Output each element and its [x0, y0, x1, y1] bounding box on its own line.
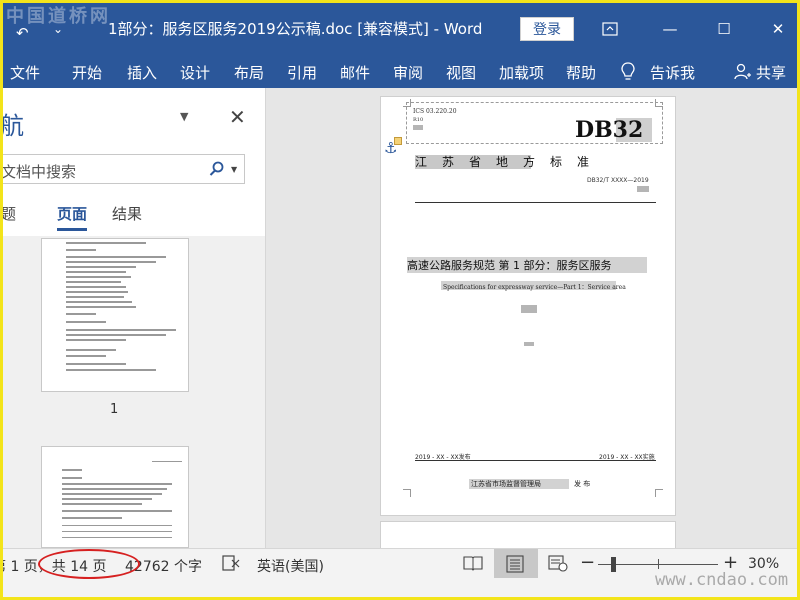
page-thumbnail-2[interactable] [41, 446, 189, 548]
divider [415, 202, 656, 203]
print-layout-icon [506, 555, 524, 573]
document-canvas[interactable]: ICS 03.220.20 R10 DB32 ⚓ 江苏省地方标准 DB32/T … [266, 88, 800, 548]
tab-design[interactable]: 设计 [180, 62, 210, 83]
page-thumbnail-1[interactable] [41, 238, 189, 392]
nav-title: 导航 [0, 112, 24, 140]
web-layout-icon[interactable] [548, 554, 568, 572]
ribbon-tabs: 文件 开始 插入 设计 布局 引用 邮件 审阅 视图 加载项 帮助 告诉我 共享 [0, 58, 800, 88]
tab-addins[interactable]: 加载项 [499, 62, 544, 83]
document-title-en: Specifications for expressway service—Pa… [443, 284, 626, 291]
tell-me-label[interactable]: 告诉我 [650, 62, 695, 83]
ics-code: ICS 03.220.20 [413, 108, 457, 115]
minimize-button[interactable]: — [656, 16, 684, 42]
close-button[interactable]: ✕ [764, 16, 792, 42]
language-status[interactable]: 英语(美国) [257, 556, 324, 576]
lightbulb-icon[interactable] [620, 61, 636, 83]
document-page-1[interactable]: ICS 03.220.20 R10 DB32 ⚓ 江苏省地方标准 DB32/T … [380, 96, 676, 516]
navigation-pane: 导航 ▼ ✕ 在文档中搜索 ▼ 标题 页面 结果 [0, 88, 266, 548]
nav-search-box[interactable]: 在文档中搜索 ▼ [0, 154, 245, 184]
zoom-out-button[interactable]: − [580, 552, 595, 573]
tab-mailings[interactable]: 邮件 [340, 62, 370, 83]
lock-icon [394, 137, 402, 145]
site-watermark: www.cndao.com [655, 570, 789, 590]
search-input[interactable]: 在文档中搜索 [0, 161, 76, 182]
read-mode-icon[interactable] [463, 554, 483, 572]
share-person-icon[interactable] [733, 63, 751, 81]
nav-close-icon[interactable]: ✕ [229, 105, 246, 129]
title-bar: 中国道桥网 ↶ ⌄ 1部分：服务区服务2019公示稿.doc [兼容模式] - … [0, 0, 800, 58]
ribbon-display-options-icon[interactable] [596, 16, 624, 42]
quick-access-dropdown-icon[interactable]: ⌄ [53, 22, 63, 36]
window-title: 1部分：服务区服务2019公示稿.doc [兼容模式] - Word [108, 20, 483, 38]
tab-headings[interactable]: 标题 [0, 203, 16, 224]
nav-options-dropdown-icon[interactable]: ▼ [180, 110, 188, 123]
document-title-cn: 高速公路服务规范 第 1 部分：服务区服务 [407, 259, 612, 272]
tab-layout[interactable]: 布局 [234, 62, 264, 83]
province-standard-heading: 江苏省地方标准 [415, 155, 605, 169]
tab-file[interactable]: 文件 [10, 62, 40, 83]
tab-pages[interactable]: 页面 [57, 203, 88, 231]
search-dropdown-icon[interactable]: ▼ [231, 165, 237, 174]
tab-references[interactable]: 引用 [287, 62, 317, 83]
tab-insert[interactable]: 插入 [127, 62, 157, 83]
tab-home[interactable]: 开始 [72, 62, 102, 83]
annotation-highlight-circle [38, 549, 140, 579]
tab-review[interactable]: 审阅 [393, 62, 423, 83]
issuing-department: 江苏省市场监督管理局 [471, 480, 541, 488]
document-page-2[interactable] [380, 521, 676, 548]
undo-icon[interactable]: ↶ [16, 24, 29, 42]
share-button[interactable]: 共享 [756, 62, 786, 83]
search-icon[interactable] [209, 161, 225, 177]
maximize-button[interactable]: ☐ [710, 16, 738, 42]
page-thumbnail-number: 1 [110, 402, 119, 417]
tab-view[interactable]: 视图 [446, 62, 476, 83]
issue-label: 发 布 [574, 480, 591, 488]
zoom-slider-handle[interactable] [611, 557, 616, 572]
bottom-divider [415, 460, 656, 461]
tab-results[interactable]: 结果 [112, 203, 142, 224]
page-thumbnails: 1 [0, 236, 265, 548]
db-code: DB32 [575, 117, 644, 143]
login-button[interactable]: 登录 [520, 17, 574, 41]
classification-code: R10 [413, 117, 424, 123]
proofing-icon[interactable] [221, 554, 241, 572]
print-layout-button[interactable] [494, 549, 538, 579]
tab-help[interactable]: 帮助 [566, 62, 596, 83]
standard-number: DB32/T XXXX—2019 [587, 177, 649, 184]
